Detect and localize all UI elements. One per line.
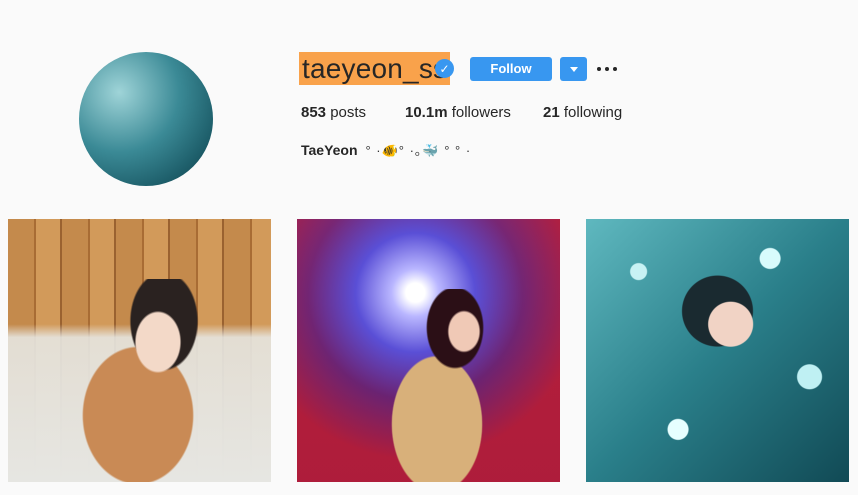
profile-page: taeyeon_ss ✓ Follow 853 posts 10.1m foll…	[0, 0, 858, 495]
stat-followers[interactable]: 10.1m followers	[405, 104, 511, 121]
stat-posts: 853 posts	[301, 104, 366, 121]
profile-username: taeyeon_ss	[299, 52, 451, 85]
followers-label: followers	[451, 104, 511, 121]
posts-count: 853	[301, 104, 327, 121]
post-thumbnail-2[interactable]	[297, 219, 560, 482]
post-image-content	[347, 289, 527, 482]
more-options-icon[interactable]	[597, 60, 617, 78]
suggestions-dropdown-button[interactable]	[560, 57, 587, 81]
bio-name: TaeYeon	[301, 142, 358, 158]
follow-button[interactable]: Follow	[470, 57, 552, 81]
following-count: 21	[543, 104, 560, 121]
followers-count: 10.1m	[405, 104, 448, 121]
chevron-down-icon	[569, 66, 578, 72]
post-thumbnail-3[interactable]	[586, 219, 849, 482]
posts-label: posts	[330, 104, 367, 121]
post-thumbnail-1[interactable]	[8, 219, 271, 482]
following-label: following	[563, 104, 623, 121]
post-image-content	[48, 279, 248, 482]
stat-following[interactable]: 21 following	[543, 104, 622, 121]
verified-badge-icon: ✓	[435, 59, 454, 78]
profile-bio: TaeYeon ° ·🐠° ·｡🐳 ° ° ·	[301, 140, 471, 159]
profile-avatar[interactable]	[79, 52, 213, 186]
bio-decoration: ° ·🐠° ·｡🐳 ° ° ·	[365, 143, 472, 158]
